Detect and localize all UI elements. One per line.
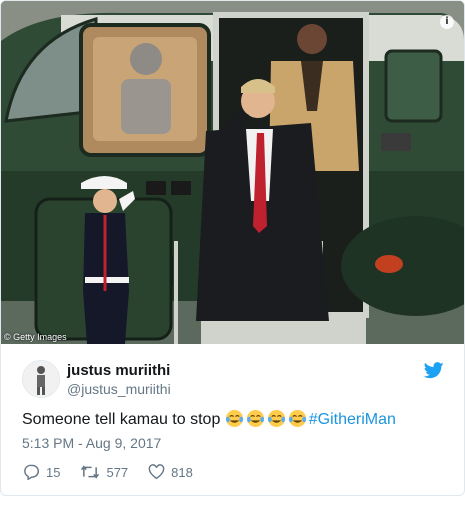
photo-credit: © Getty Images (4, 332, 67, 342)
face-with-tears-of-joy-icon (288, 409, 306, 428)
heart-icon (148, 464, 165, 480)
retweet-icon (81, 465, 100, 479)
avatar-image (23, 361, 59, 397)
tweet-actions: 15 577 818 (22, 464, 213, 480)
face-with-tears-of-joy-icon (246, 409, 264, 428)
retweet-count: 577 (106, 464, 129, 480)
tweet-header: justus muriithi @justus_muriithi (1, 354, 464, 400)
like-count: 818 (171, 464, 193, 480)
tweet-photo[interactable]: i © Getty Images (1, 1, 464, 344)
tweet-photo-illustration (1, 1, 464, 344)
face-with-tears-of-joy-icon (267, 409, 285, 428)
tweet-text: Someone tell kamau to stop #GitheriMan (22, 409, 396, 429)
reply-icon (24, 464, 39, 480)
tweet-timestamp[interactable]: 5:13 PM - Aug 9, 2017 (22, 435, 161, 451)
retweet-button[interactable]: 577 (80, 464, 128, 480)
embedded-tweet-card: i © Getty Images justus muriithi @justus… (0, 0, 465, 496)
info-icon[interactable]: i (440, 15, 454, 29)
avatar[interactable] (22, 360, 60, 398)
user-handle[interactable]: @justus_muriithi (67, 381, 171, 397)
like-button[interactable]: 818 (148, 464, 193, 480)
reply-count: 15 (46, 464, 61, 480)
twitter-bird-icon[interactable] (423, 362, 444, 384)
tweet-text-body: Someone tell kamau to stop (22, 411, 225, 428)
display-name[interactable]: justus muriithi (67, 362, 170, 379)
reply-button[interactable]: 15 (22, 464, 60, 480)
face-with-tears-of-joy-icon (225, 409, 243, 428)
hashtag-link[interactable]: #GitheriMan (309, 411, 396, 428)
